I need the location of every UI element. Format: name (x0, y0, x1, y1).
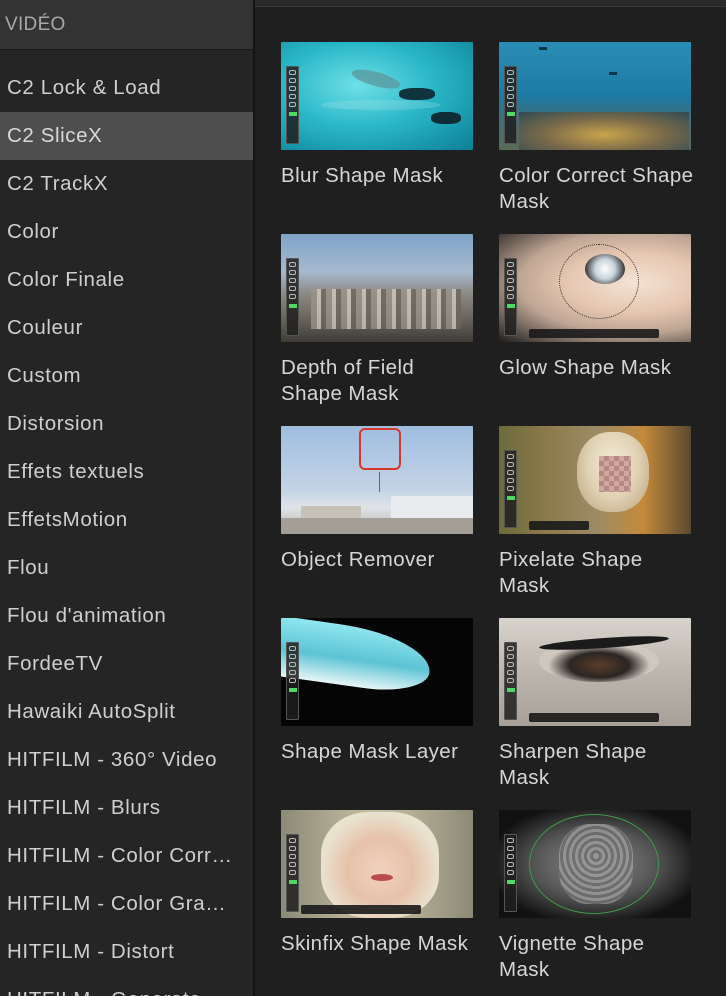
effect-thumbnail (281, 42, 473, 150)
effect-tile-glow-shape-mask[interactable]: Glow Shape Mask (499, 234, 691, 381)
toolbar-overlay (504, 642, 517, 720)
effects-browser: Blur Shape Mask Color Correct Shape Mask… (255, 7, 726, 996)
transport-bar-overlay (529, 329, 659, 338)
transport-bar-overlay (529, 521, 589, 530)
effect-tile-sharpen-shape-mask[interactable]: Sharpen Shape Mask (499, 618, 691, 791)
effect-thumbnail (499, 234, 691, 342)
sidebar-item-hitfilm-color-grade[interactable]: HITFILM - Color Gra… (0, 880, 253, 928)
sidebar-item-color[interactable]: Color (0, 208, 253, 256)
sidebar-item-effets-textuels[interactable]: Effets textuels (0, 448, 253, 496)
effect-tile-depth-of-field-shape-mask[interactable]: Depth of Field Shape Mask (281, 234, 473, 407)
sidebar-item-custom[interactable]: Custom (0, 352, 253, 400)
effect-tile-pixelate-shape-mask[interactable]: Pixelate Shape Mask (499, 426, 691, 599)
sidebar-header: VIDÉO (0, 0, 253, 50)
sidebar-item-c2-slicex[interactable]: C2 SliceX (0, 112, 253, 160)
toolbar-overlay (286, 834, 299, 912)
effect-label: Color Correct Shape Mask (499, 164, 694, 213)
sidebar-item-hitfilm-color-correction[interactable]: HITFILM - Color Corr… (0, 832, 253, 880)
effect-label: Depth of Field Shape Mask (281, 356, 415, 405)
effect-label: Pixelate Shape Mask (499, 548, 643, 597)
effect-thumbnail (499, 426, 691, 534)
sidebar-item-hitfilm-blurs[interactable]: HITFILM - Blurs (0, 784, 253, 832)
effect-tile-color-correct-shape-mask[interactable]: Color Correct Shape Mask (499, 42, 693, 215)
transport-bar-overlay (529, 713, 659, 722)
toolbar-overlay (504, 834, 517, 912)
sidebar-item-color-finale[interactable]: Color Finale (0, 256, 253, 304)
sidebar-item-flou[interactable]: Flou (0, 544, 253, 592)
sidebar-item-effetsmotion[interactable]: EffetsMotion (0, 496, 253, 544)
toolbar-overlay (504, 258, 517, 336)
sidebar-item-hitfilm-generate[interactable]: HITFILM - Generate (0, 976, 253, 996)
effect-thumbnail (499, 42, 691, 150)
effect-label: Blur Shape Mask (281, 164, 444, 187)
browser-top-edge (255, 0, 726, 7)
effect-thumbnail (281, 810, 473, 918)
sidebar-item-fordeetv[interactable]: FordeeTV (0, 640, 253, 688)
effect-thumbnail (281, 618, 473, 726)
toolbar-overlay (504, 66, 517, 144)
effect-tile-blur-shape-mask[interactable]: Blur Shape Mask (281, 42, 473, 189)
effect-tile-shape-mask-layer[interactable]: Shape Mask Layer (281, 618, 473, 765)
category-sidebar: VIDÉO C2 Lock & Load C2 SliceX C2 TrackX… (0, 0, 253, 996)
effect-label: Object Remover (281, 548, 435, 571)
effect-tile-skinfix-shape-mask[interactable]: Skinfix Shape Mask (281, 810, 473, 957)
effect-thumbnail (499, 810, 691, 918)
effect-thumbnail (499, 618, 691, 726)
effect-thumbnail (281, 234, 473, 342)
effect-label: Glow Shape Mask (499, 356, 672, 379)
transport-bar-overlay (301, 905, 421, 914)
toolbar-overlay (286, 642, 299, 720)
effect-thumbnail (281, 426, 473, 534)
sidebar-item-c2-lock-load[interactable]: C2 Lock & Load (0, 64, 253, 112)
effect-tile-object-remover[interactable]: Object Remover (281, 426, 473, 573)
toolbar-overlay (286, 258, 299, 336)
sidebar-item-flou-animation[interactable]: Flou d'animation (0, 592, 253, 640)
sidebar-item-hitfilm-distort[interactable]: HITFILM - Distort (0, 928, 253, 976)
sidebar-item-hawaiki-autosplit[interactable]: Hawaiki AutoSplit (0, 688, 253, 736)
sidebar-item-distorsion[interactable]: Distorsion (0, 400, 253, 448)
category-list: C2 Lock & Load C2 SliceX C2 TrackX Color… (0, 64, 253, 996)
effect-label: Vignette Shape Mask (499, 932, 645, 981)
sidebar-item-couleur[interactable]: Couleur (0, 304, 253, 352)
toolbar-overlay (286, 66, 299, 144)
sidebar-item-hitfilm-360-video[interactable]: HITFILM - 360° Video (0, 736, 253, 784)
effect-label: Sharpen Shape Mask (499, 740, 647, 789)
toolbar-overlay (504, 450, 517, 528)
effect-label: Skinfix Shape Mask (281, 932, 469, 955)
effect-label: Shape Mask Layer (281, 740, 459, 763)
sidebar-item-c2-trackx[interactable]: C2 TrackX (0, 160, 253, 208)
effect-tile-vignette-shape-mask[interactable]: Vignette Shape Mask (499, 810, 691, 983)
sidebar-header-label: VIDÉO (5, 13, 66, 35)
